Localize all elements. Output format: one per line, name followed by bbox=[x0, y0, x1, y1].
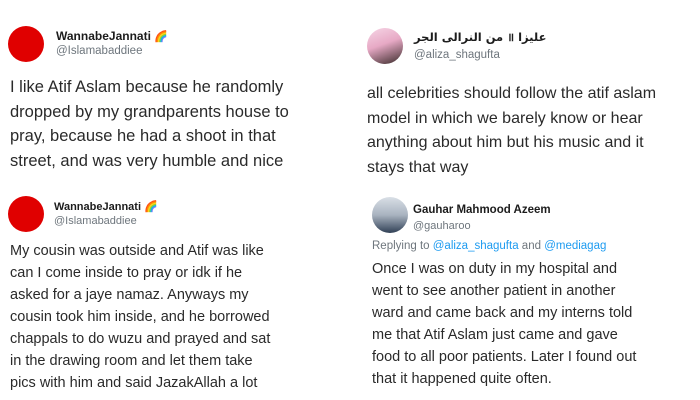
tweet-line: chappals to do wuzu and prayed and sat bbox=[10, 331, 271, 347]
display-name[interactable]: WannabeJannati 🌈 bbox=[54, 200, 158, 213]
tweet-line: all celebrities should follow the atif a… bbox=[367, 85, 657, 102]
tweet-line: street, and was very humble and nice bbox=[10, 151, 284, 170]
tweet-line: ward and came back and my interns told bbox=[372, 305, 633, 321]
tweet-line: model in which we barely know or hear bbox=[367, 109, 643, 127]
tweet-line: dropped by my grandparents house to bbox=[10, 102, 289, 121]
rainbow-flag-icon: 🌈 bbox=[144, 201, 158, 213]
tweet-line: can I come inside to pray or idk if he bbox=[10, 265, 243, 281]
display-name[interactable]: Gauhar Mahmood Azeem bbox=[413, 204, 551, 216]
avatar[interactable] bbox=[8, 196, 44, 232]
mention-link[interactable]: @mediagag bbox=[544, 240, 606, 252]
avatar[interactable] bbox=[367, 28, 403, 64]
replying-to: Replying to @aliza_shagufta and @mediaga… bbox=[372, 240, 607, 252]
tweet-line: food to all poor patients. Later I found… bbox=[372, 349, 637, 365]
user-handle[interactable]: @gauharoo bbox=[413, 220, 471, 232]
display-name[interactable]: WannabeJannati 🌈 bbox=[56, 29, 168, 43]
user-handle[interactable]: @aliza_shagufta bbox=[414, 49, 500, 61]
tweet-text: My cousin was outside and Atif was like … bbox=[10, 240, 270, 394]
user-handle[interactable]: @Islamabaddiee bbox=[54, 215, 137, 227]
tweet-line: asked for a jaye namaz. Anyways my bbox=[10, 287, 249, 303]
tweet-line: I like Atif Aslam because he randomly bbox=[10, 78, 284, 96]
tweet-line: stays that way bbox=[367, 158, 469, 176]
tweet-text: Once I was on duty in my hospital and we… bbox=[372, 258, 636, 390]
tweet-text: all celebrities should follow the atif a… bbox=[367, 82, 656, 180]
mention-link[interactable]: @aliza_shagufta bbox=[433, 240, 519, 252]
tweet-line: in the drawing room and let them take bbox=[10, 353, 253, 369]
tweet-line: anything about him but his music and it bbox=[367, 134, 644, 151]
tweet-line: pics with him and said JazakAllah a lot bbox=[10, 375, 258, 391]
tweet-line: My cousin was outside and Atif was like bbox=[10, 243, 264, 259]
rainbow-flag-icon: 🌈 bbox=[154, 31, 168, 43]
tweet-line: pray, because he had a shoot in that bbox=[10, 127, 276, 145]
tweet-line: me that Atif Aslam just came and gave bbox=[372, 327, 618, 343]
user-handle[interactable]: @Islamabaddiee bbox=[56, 45, 142, 57]
avatar[interactable] bbox=[372, 197, 408, 233]
display-name[interactable]: علیزا ॥ من النرالی الجر bbox=[414, 30, 546, 45]
tweet-line: Once I was on duty in my hospital and bbox=[372, 261, 618, 277]
tweet-line: that it happened quite often. bbox=[372, 371, 552, 387]
tweet-text: I like Atif Aslam because he randomly dr… bbox=[10, 75, 289, 173]
avatar[interactable] bbox=[8, 26, 44, 62]
tweet-line: cousin took him inside, and he borrowed bbox=[10, 309, 270, 325]
tweet-line: went to see another patient in another bbox=[372, 283, 616, 299]
